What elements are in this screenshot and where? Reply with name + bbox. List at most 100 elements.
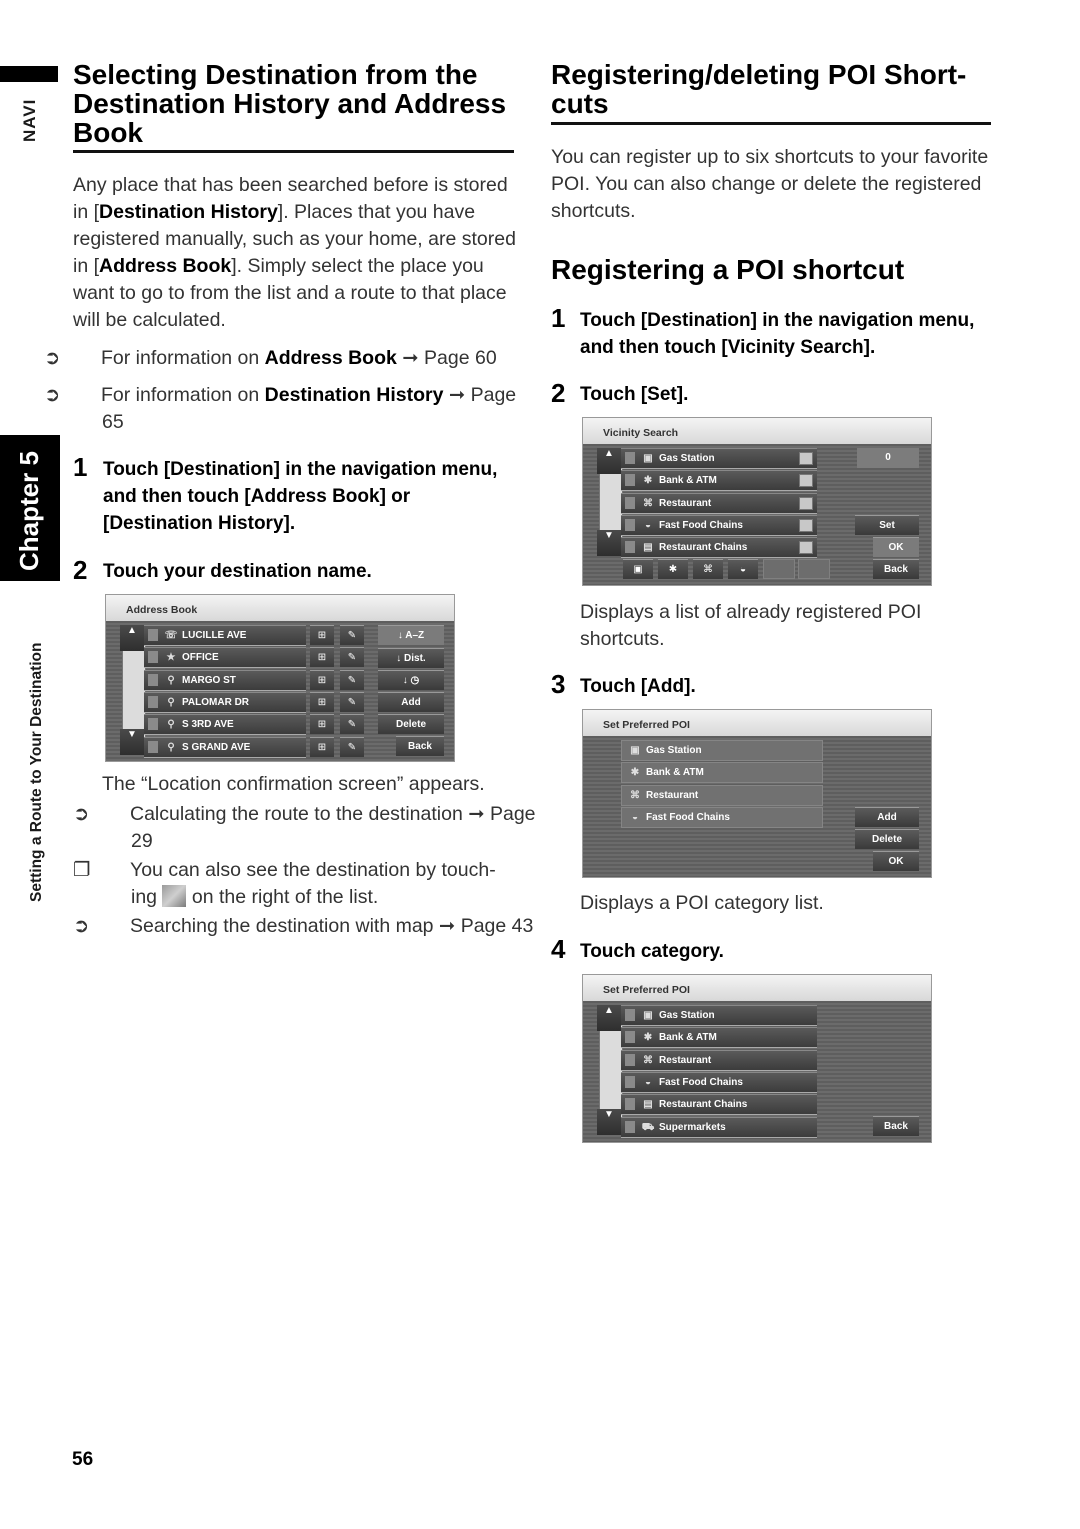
ref-text: Calculating the route to the destination… [130,803,536,852]
map-view-button[interactable]: ⊞ [310,714,334,735]
row-handle [625,1075,635,1088]
list-item[interactable]: ⌘ Restaurant [621,784,823,806]
ok-button[interactable]: OK [873,537,919,557]
scroll-up-button[interactable]: ▲ [597,448,621,474]
list-item[interactable]: ⌘ Restaurant [621,1049,817,1071]
map-view-button[interactable]: ⊞ [310,736,334,757]
category-icon: ✱ [643,1032,653,1044]
edit-button[interactable]: ✎ [340,691,364,712]
heading-rule [73,150,514,153]
map-view-button[interactable]: ⊞ [310,669,334,690]
row-handle [148,695,158,708]
subheading: Registering a POI shortcut [551,254,905,285]
map-view-button[interactable]: ⊞ [310,647,334,668]
category-icon: ▤ [643,542,653,554]
list-item[interactable]: ✱ Bank & ATM [621,762,823,784]
ok-button[interactable]: OK [873,851,919,871]
ref-address-book: ➲ For information on Address Book ➞ Page … [44,345,552,372]
scroll-down-button[interactable]: ▼ [120,729,144,755]
category-icon: ✱ [643,475,653,487]
list-item[interactable]: ◒ Fast Food Chains [621,806,823,828]
step-number: 1 [73,452,88,482]
sort-az-button[interactable]: ↓ A–Z [378,625,444,645]
poi-shortcut-button[interactable]: ◒ [728,559,758,579]
item-name: LUCILLE AVE [182,630,247,641]
section-label-text: Setting a Route to Your Destination [28,642,45,903]
list-item[interactable]: ◒ Fast Food Chains [621,1071,817,1093]
screen-title: Vicinity Search [583,418,931,444]
poi-shortcut-button[interactable]: ✱ [658,559,688,579]
checkbox[interactable] [799,496,813,510]
ref-text: Searching the destination with map ➞ Pag… [130,915,534,937]
list-item[interactable]: ▣ Gas Station [621,1005,817,1026]
list-item[interactable]: ⚲ PALOMAR DR [144,691,306,713]
checkbox[interactable] [799,541,813,555]
category-icon: ▣ [643,1010,653,1021]
row-handle [625,1009,635,1021]
category-icon: ⛟ [641,1121,655,1133]
checkbox[interactable] [799,518,813,532]
set-button[interactable]: Set [855,515,919,535]
poi-shortcut-button[interactable]: ⌘ [693,559,723,579]
back-button[interactable]: Back [873,559,919,579]
back-button[interactable]: Back [396,736,444,756]
item-name: Fast Food Chains [659,519,743,531]
item-name: Supermarkets [659,1121,726,1133]
edit-button[interactable]: ✎ [340,736,364,757]
list-item[interactable]: ✱ Bank & ATM [621,470,817,492]
category-icon: ◒ [631,811,639,823]
checkbox[interactable] [799,452,813,465]
screen-title: Set Preferred POI [583,710,931,736]
row-handle [625,1098,635,1111]
map-view-button[interactable]: ⊞ [310,691,334,712]
checkbox[interactable] [799,474,813,488]
list-item[interactable]: ☏ LUCILLE AVE [144,625,306,646]
row-handle [625,1031,635,1044]
item-name: Fast Food Chains [646,811,730,823]
edit-button[interactable]: ✎ [340,625,364,645]
step-text: Touch [Add]. [580,676,696,697]
list-item[interactable]: ⌘ Restaurant [621,492,817,514]
list-item[interactable]: ⛟ Supermarkets [621,1116,817,1138]
ref-link[interactable]: Address Book [265,347,397,369]
delete-button[interactable]: Delete [855,829,919,849]
list-item[interactable]: ▤ Restaurant Chains [621,537,817,559]
row-handle [148,718,158,731]
scroll-up-button[interactable]: ▲ [597,1005,621,1031]
sort-distance-button[interactable]: ↓ Dist. [378,648,444,668]
scroll-up-button[interactable]: ▲ [120,625,144,651]
empty-shortcut-slot[interactable] [763,559,795,579]
navi-tab-bar [0,66,58,82]
ref-link[interactable]: Destination History [265,384,444,406]
list-item[interactable]: ▣ Gas Station [621,448,817,469]
map-view-button[interactable]: ⊞ [310,625,334,645]
category-icon: ✱ [630,767,640,779]
left-intro: Any place that has been searched before … [73,172,518,334]
edit-button[interactable]: ✎ [340,714,364,735]
list-item[interactable]: ⚲ S GRAND AVE [144,736,306,758]
item-name: Gas Station [646,745,702,756]
add-button[interactable]: Add [855,807,919,827]
list-item[interactable]: ★ OFFICE [144,647,306,669]
row-handle [625,452,635,464]
add-button[interactable]: Add [378,692,444,712]
sort-time-button[interactable]: ↓ ◷ [378,670,444,690]
scroll-down-button[interactable]: ▼ [597,1109,621,1135]
delete-button[interactable]: Delete [378,714,444,734]
edit-button[interactable]: ✎ [340,669,364,690]
back-button[interactable]: Back [873,1116,919,1136]
right-heading: Registering/deleting POI Short-cuts [551,59,967,119]
step-text: Touch [Set]. [580,384,689,405]
edit-button[interactable]: ✎ [340,647,364,668]
list-item[interactable]: ◒ Fast Food Chains [621,514,817,536]
list-item[interactable]: ▣ Gas Station [621,740,823,761]
screen-title: Address Book [106,595,454,621]
list-item[interactable]: ⚲ S 3RD AVE [144,714,306,736]
list-item[interactable]: ✱ Bank & ATM [621,1027,817,1049]
empty-shortcut-slot[interactable] [798,559,830,579]
list-item[interactable]: ▤ Restaurant Chains [621,1094,817,1116]
poi-shortcut-button[interactable]: ▣ [623,559,653,579]
scroll-down-button[interactable]: ▼ [597,530,621,556]
heading-rule [551,122,991,125]
list-item[interactable]: ⚲ MARGO ST [144,669,306,691]
